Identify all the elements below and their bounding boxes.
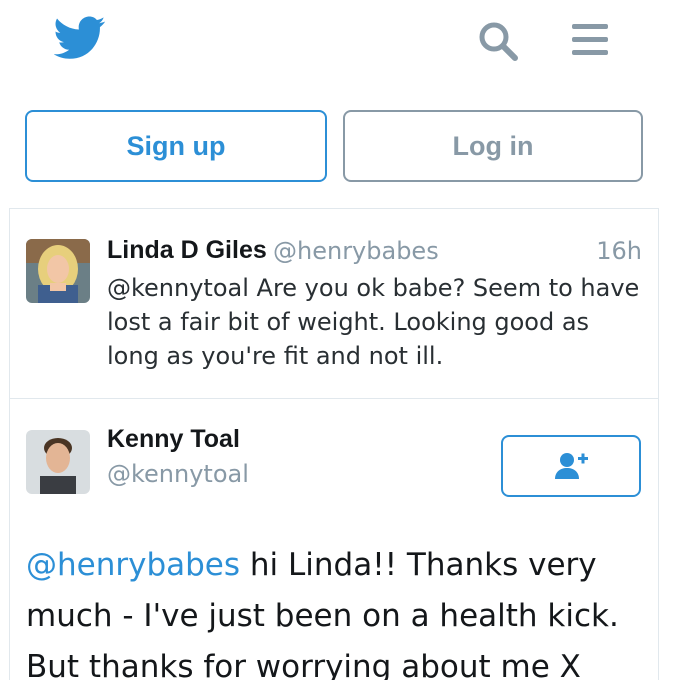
tweet-author-handle[interactable]: @henrybabes: [273, 237, 439, 265]
tweet-author-name[interactable]: Linda D Giles: [107, 236, 267, 265]
top-bar: [0, 0, 680, 90]
twitter-bird-icon[interactable]: [54, 16, 106, 60]
add-user-icon: [555, 453, 588, 479]
tweet-item[interactable]: Linda D Giles @henrybabes 16h @kennytoal…: [10, 209, 658, 399]
tweet-text: @kennytoal Are you ok babe? Seem to have…: [107, 274, 640, 370]
tweet-author-name[interactable]: Kenny Toal: [107, 425, 240, 454]
hamburger-menu-icon[interactable]: [570, 20, 610, 60]
log-in-button[interactable]: Log in: [343, 110, 643, 182]
tweet-list: Linda D Giles @henrybabes 16h @kennytoal…: [9, 208, 659, 680]
follow-button[interactable]: [501, 435, 641, 497]
search-icon[interactable]: [477, 20, 519, 62]
mention-link[interactable]: @henrybabes: [26, 547, 240, 583]
sign-up-button[interactable]: Sign up: [25, 110, 327, 182]
tweet-item: Kenny Toal @kennytoal @henrybabes hi Lin…: [10, 400, 658, 680]
tweet-text: @henrybabes hi Linda!! Thanks very much …: [26, 540, 651, 680]
avatar[interactable]: [26, 430, 90, 494]
avatar[interactable]: [26, 239, 90, 303]
tweet-author-handle[interactable]: @kennytoal: [107, 460, 249, 488]
tweet-timestamp[interactable]: 16h: [596, 237, 642, 265]
